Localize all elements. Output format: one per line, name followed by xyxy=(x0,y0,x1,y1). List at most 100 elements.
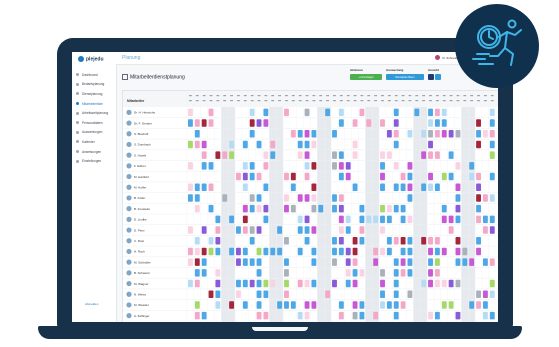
sidebar-item-label: Mitarbeiterliste xyxy=(82,101,103,106)
view-grid-button[interactable] xyxy=(428,74,434,80)
shift-cell xyxy=(332,162,337,170)
sidebar-item[interactable]: Dienstplanung xyxy=(76,89,116,99)
shift-cell xyxy=(236,258,241,266)
add-button[interactable]: + Hinzufügen xyxy=(350,74,382,80)
shift-cell xyxy=(393,183,399,191)
shift-cell xyxy=(215,290,221,298)
day-tick xyxy=(456,100,460,102)
employee-name: Dr. F. Gerster xyxy=(134,121,152,125)
shift-cell xyxy=(434,237,440,245)
sidebar-item[interactable]: Dashboard xyxy=(76,70,116,80)
shift-cell xyxy=(359,269,365,277)
logout-link[interactable]: Abmelden xyxy=(85,302,99,306)
shift-cell xyxy=(393,311,399,320)
nav-bullet-icon xyxy=(76,130,79,134)
sidebar-item[interactable]: Kalender xyxy=(76,137,116,147)
day-tick xyxy=(429,100,432,102)
schedule-grid-svg: Mitarbeiter Dr. H. Heinrichs Dr. F. Gerste… xyxy=(123,91,498,322)
shift-cell xyxy=(386,130,392,138)
shift-cell xyxy=(476,237,481,245)
actions-label: Aktionen xyxy=(350,68,363,72)
avatar xyxy=(126,291,132,297)
shift-cell xyxy=(393,258,399,266)
sidebar-item[interactable]: Anweisungen xyxy=(76,147,116,157)
shift-cell xyxy=(311,130,317,138)
sidebar-item[interactable]: Bedarfsplanung xyxy=(76,80,116,90)
shift-cell xyxy=(290,130,296,138)
sidebar-item[interactable]: Arbeitszeitplanung xyxy=(76,108,116,118)
shift-cell xyxy=(434,183,440,191)
nav-bullet-icon xyxy=(76,140,79,144)
shift-cell xyxy=(338,215,344,224)
shift-cell xyxy=(338,204,344,213)
shift-cell xyxy=(421,279,427,288)
day-tick xyxy=(216,95,220,97)
shift-cell xyxy=(434,269,440,277)
shift-cell xyxy=(332,194,337,202)
shift-cell xyxy=(448,215,454,224)
avatar xyxy=(126,227,132,233)
avatar xyxy=(126,270,132,276)
shift-cell xyxy=(311,258,317,266)
sidebar-item[interactable]: Auswertungen xyxy=(76,128,116,138)
shift-cell xyxy=(201,269,207,277)
shift-cell xyxy=(441,172,447,181)
day-tick xyxy=(230,95,233,97)
day-tick xyxy=(346,100,350,102)
shift-cell xyxy=(386,237,392,245)
day-tick xyxy=(360,95,364,97)
shift-cell xyxy=(284,290,289,298)
day-tick xyxy=(189,95,192,97)
shift-cell xyxy=(194,247,200,256)
app-logo[interactable]: plejedu xyxy=(78,56,104,62)
shift-cell xyxy=(393,290,399,298)
shift-cell xyxy=(311,247,317,256)
view-list-button[interactable] xyxy=(435,74,441,80)
employee-name: B. Schwerin xyxy=(134,271,150,275)
shift-cell xyxy=(366,119,372,127)
shift-cell xyxy=(229,140,235,149)
day-tick xyxy=(250,100,254,102)
shift-cell xyxy=(400,258,406,266)
avatar xyxy=(126,195,132,201)
sidebar: plejedu Dashboard Bedarfsplanung Dienstpla… xyxy=(72,52,117,322)
shift-cell xyxy=(482,290,488,298)
sidebar-item[interactable]: Personaldaten xyxy=(76,118,116,128)
shift-cell xyxy=(236,172,241,181)
shift-cell xyxy=(290,172,296,181)
shift-cell xyxy=(249,162,255,170)
shift-cell xyxy=(284,258,289,266)
shift-cell xyxy=(256,311,262,320)
day-tick xyxy=(257,100,261,102)
nav-bullet-icon xyxy=(76,150,79,154)
filter-button[interactable]: Dienstplan filtern xyxy=(386,74,424,80)
shift-cell xyxy=(489,130,495,138)
shift-cell xyxy=(188,162,193,170)
nav-bullet-icon xyxy=(76,121,79,125)
shift-cell xyxy=(476,183,481,191)
shift-cell xyxy=(311,226,317,234)
shift-cell xyxy=(270,140,276,149)
shift-cell xyxy=(482,226,488,234)
nav-bullet-icon xyxy=(76,82,79,86)
shift-cell xyxy=(345,247,351,256)
shift-cell xyxy=(428,247,433,256)
shift-cell xyxy=(455,130,461,138)
shift-cell xyxy=(284,172,289,181)
employee-name: Dr. H. Heinrichs xyxy=(134,111,156,115)
day-tick xyxy=(250,95,254,97)
day-tick xyxy=(483,95,487,97)
shift-cell xyxy=(469,162,475,170)
day-tick xyxy=(442,100,446,102)
shift-cell xyxy=(338,108,344,117)
shift-cell xyxy=(304,162,310,170)
shift-cell xyxy=(352,311,358,320)
avatar xyxy=(126,141,132,148)
sidebar-item-label: Kalender xyxy=(82,139,95,144)
nav-bullet-icon xyxy=(76,73,79,77)
sidebar-item[interactable]: Mitarbeiterliste xyxy=(76,99,116,109)
shift-cell xyxy=(222,194,228,202)
shift-cell xyxy=(441,204,447,213)
sidebar-item[interactable]: Einstellungen xyxy=(76,156,116,166)
shift-cell xyxy=(476,215,481,224)
